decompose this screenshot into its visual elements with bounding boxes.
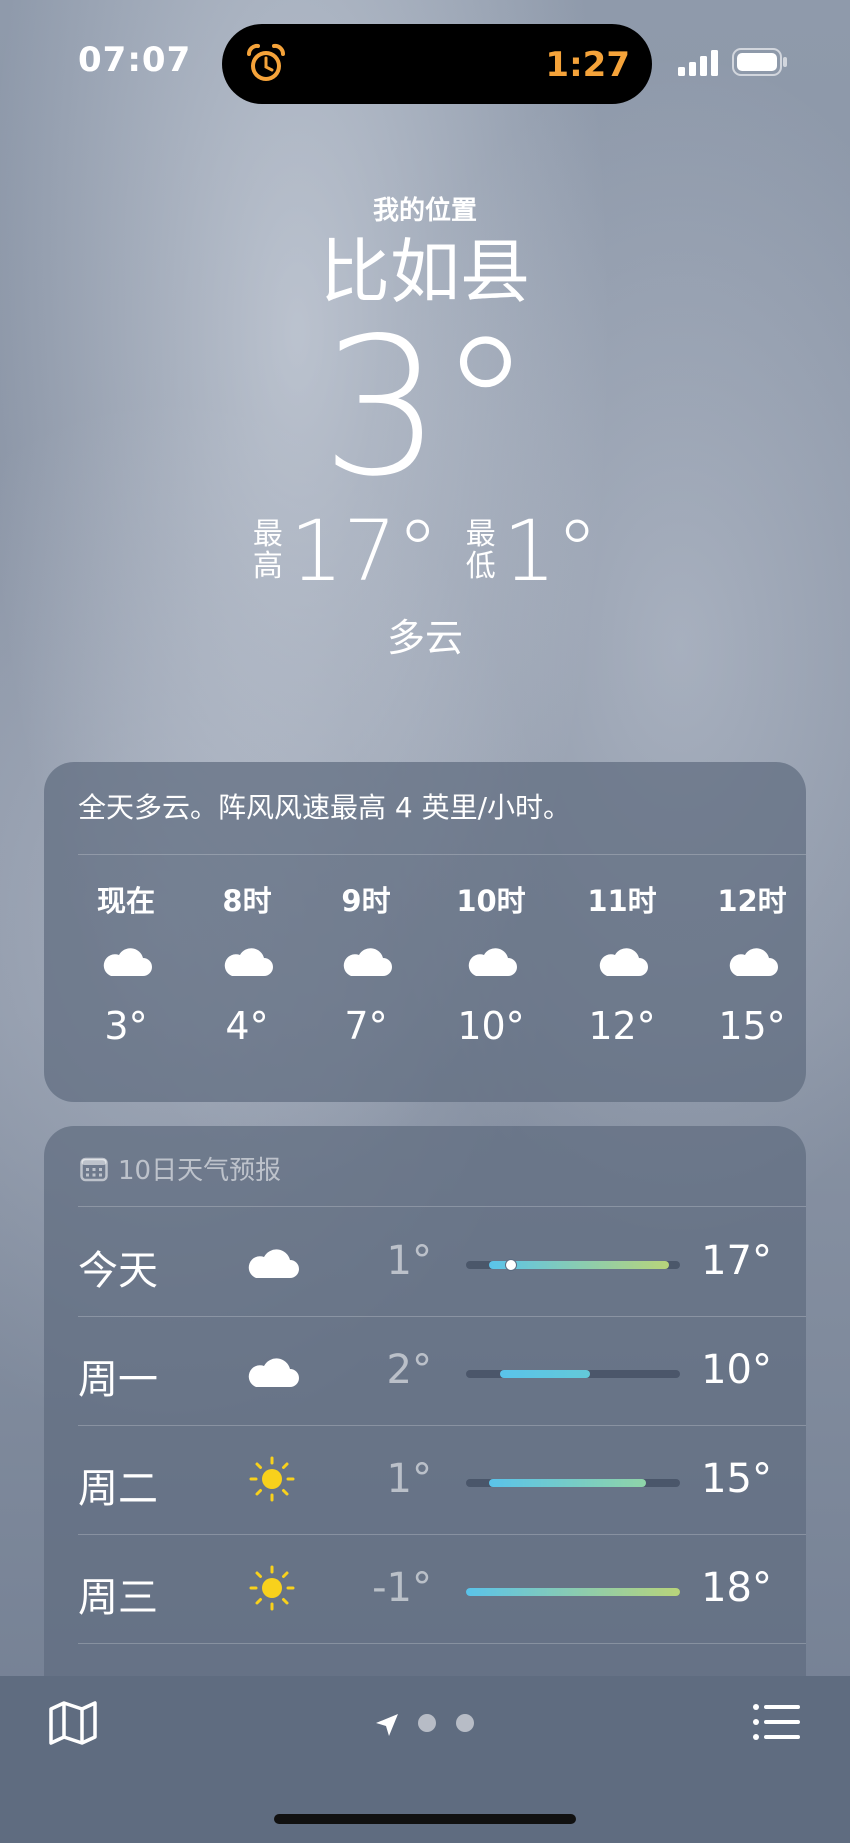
day-low: 1° xyxy=(386,1238,432,1284)
temp-range-fill xyxy=(488,1479,647,1487)
high-temperature: 17° xyxy=(289,502,439,600)
home-indicator[interactable] xyxy=(274,1814,576,1824)
alarm-clock-icon xyxy=(246,43,286,81)
day-low: -1° xyxy=(372,1565,432,1611)
high-low: 最高 17° 最低 1° xyxy=(0,509,850,593)
current-temp-marker xyxy=(505,1259,518,1271)
hour-label: 10时 xyxy=(456,884,526,918)
sun-icon xyxy=(249,1456,295,1502)
day-high: 17° xyxy=(701,1238,772,1284)
day-label: 周二 xyxy=(78,1466,158,1512)
day-low: 2° xyxy=(386,1347,432,1393)
forecast-day-row[interactable]: 周二 1° 15° xyxy=(44,1426,806,1534)
cloud-icon xyxy=(729,948,778,976)
temp-range-fill xyxy=(466,1588,680,1596)
hour-label: 现在 xyxy=(96,884,155,918)
hour-item: 8时 4° xyxy=(187,878,307,1048)
location-arrow-icon[interactable] xyxy=(374,1712,400,1738)
day-low: 1° xyxy=(386,1456,432,1502)
cellular-signal-icon xyxy=(678,50,718,76)
hourly-list[interactable]: 现在 3° 8时 4° 9时 7° 10时 10° 11时 12° 12时 15… xyxy=(44,878,806,1078)
cloud-icon xyxy=(224,948,273,976)
temp-range-bar xyxy=(466,1259,680,1271)
timer-countdown: 1:27 xyxy=(545,45,630,85)
status-time: 07:07 xyxy=(78,40,192,80)
hour-temperature: 12° xyxy=(588,1004,656,1048)
page-dot[interactable] xyxy=(456,1714,474,1732)
divider xyxy=(78,854,806,855)
day-label: 周一 xyxy=(78,1357,158,1403)
hour-item: 11时 12° xyxy=(562,878,682,1048)
battery-icon xyxy=(732,48,787,76)
temp-range-bar xyxy=(466,1588,680,1596)
temp-range-fill xyxy=(499,1370,590,1378)
page-dot[interactable] xyxy=(418,1714,436,1732)
day-label: 今天 xyxy=(78,1248,158,1294)
divider xyxy=(78,1643,806,1644)
forecast-day-row[interactable]: 周三 -1° 18° xyxy=(44,1535,806,1643)
divider xyxy=(78,1206,806,1207)
hourly-forecast-panel[interactable]: 全天多云。阵风风速最高 4 英里/小时。 现在 3° 8时 4° 9时 7° 1… xyxy=(44,762,806,1102)
sun-icon xyxy=(249,1565,295,1611)
hour-label: 11时 xyxy=(587,884,657,918)
calendar-icon xyxy=(80,1157,108,1181)
hour-temperature: 4° xyxy=(225,1004,269,1048)
cloud-icon xyxy=(103,948,152,976)
list-icon[interactable] xyxy=(752,1702,802,1742)
location-label: 我的位置 xyxy=(372,196,477,226)
forecast-day-row[interactable]: 周一 2° 10° xyxy=(44,1317,806,1425)
day-label: 周三 xyxy=(78,1575,158,1621)
current-weather: 我的位置 比如县 3° 最高 17° 最低 1° 多云 xyxy=(0,190,850,662)
high-label: 最高 xyxy=(252,517,283,584)
cloud-icon xyxy=(468,948,517,976)
map-icon[interactable] xyxy=(48,1700,98,1746)
low-label: 最低 xyxy=(465,517,496,584)
low-temperature: 1° xyxy=(502,502,599,600)
day-high: 15° xyxy=(701,1456,772,1502)
hour-label: 9时 xyxy=(341,884,391,918)
hour-temperature: 7° xyxy=(344,1004,388,1048)
hour-label: 12时 xyxy=(717,884,787,918)
forecast-title: 10日天气预报 xyxy=(118,1156,282,1186)
forecast-header: 10日天气预报 xyxy=(80,1150,281,1187)
hour-item: 12时 15° xyxy=(692,878,812,1048)
hour-temperature: 15° xyxy=(718,1004,786,1048)
hour-temperature: 3° xyxy=(104,1004,148,1048)
cloud-icon xyxy=(248,1249,299,1278)
cloud-icon xyxy=(343,948,392,976)
day-high: 10° xyxy=(701,1347,772,1393)
forecast-day-row[interactable]: 今天 1° 17° xyxy=(44,1208,806,1316)
hour-label: 8时 xyxy=(222,884,272,918)
hour-item: 9时 7° xyxy=(306,878,426,1048)
temp-range-bar xyxy=(466,1479,680,1487)
hour-item: 现在 3° xyxy=(66,878,186,1048)
page-indicator[interactable] xyxy=(418,1714,494,1736)
dynamic-island[interactable]: 1:27 xyxy=(222,24,652,104)
current-temperature: 3° xyxy=(321,297,533,518)
hour-temperature: 10° xyxy=(457,1004,525,1048)
cloud-icon xyxy=(599,948,648,976)
status-bar: 07:07 1:27 xyxy=(0,0,850,130)
cloud-icon xyxy=(248,1358,299,1387)
temp-range-bar xyxy=(466,1370,680,1378)
hourly-summary: 全天多云。阵风风速最高 4 英里/小时。 xyxy=(78,791,572,824)
hour-item: 10时 10° xyxy=(431,878,551,1048)
weather-condition: 多云 xyxy=(386,616,463,660)
day-high: 18° xyxy=(701,1565,772,1611)
